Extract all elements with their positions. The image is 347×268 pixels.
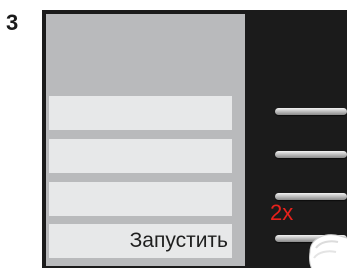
menu-item-start-label: Запустить: [129, 229, 228, 252]
menu-item-start[interactable]: Запустить: [49, 224, 232, 258]
step-number: 3: [6, 10, 19, 35]
menu-item-1[interactable]: [49, 96, 232, 130]
instruction-panel: 3 Запустить 2x: [0, 0, 347, 268]
device-screen: Запустить: [46, 14, 245, 266]
device-body: Запустить 2x: [42, 10, 347, 268]
soft-key-2[interactable]: [275, 151, 347, 158]
soft-key-1[interactable]: [275, 108, 347, 115]
finger-press-icon: [309, 234, 347, 268]
press-count-label: 2x: [270, 200, 294, 225]
soft-key-3[interactable]: [275, 193, 347, 200]
menu-item-2[interactable]: [49, 139, 232, 173]
menu-item-3[interactable]: [49, 182, 232, 216]
